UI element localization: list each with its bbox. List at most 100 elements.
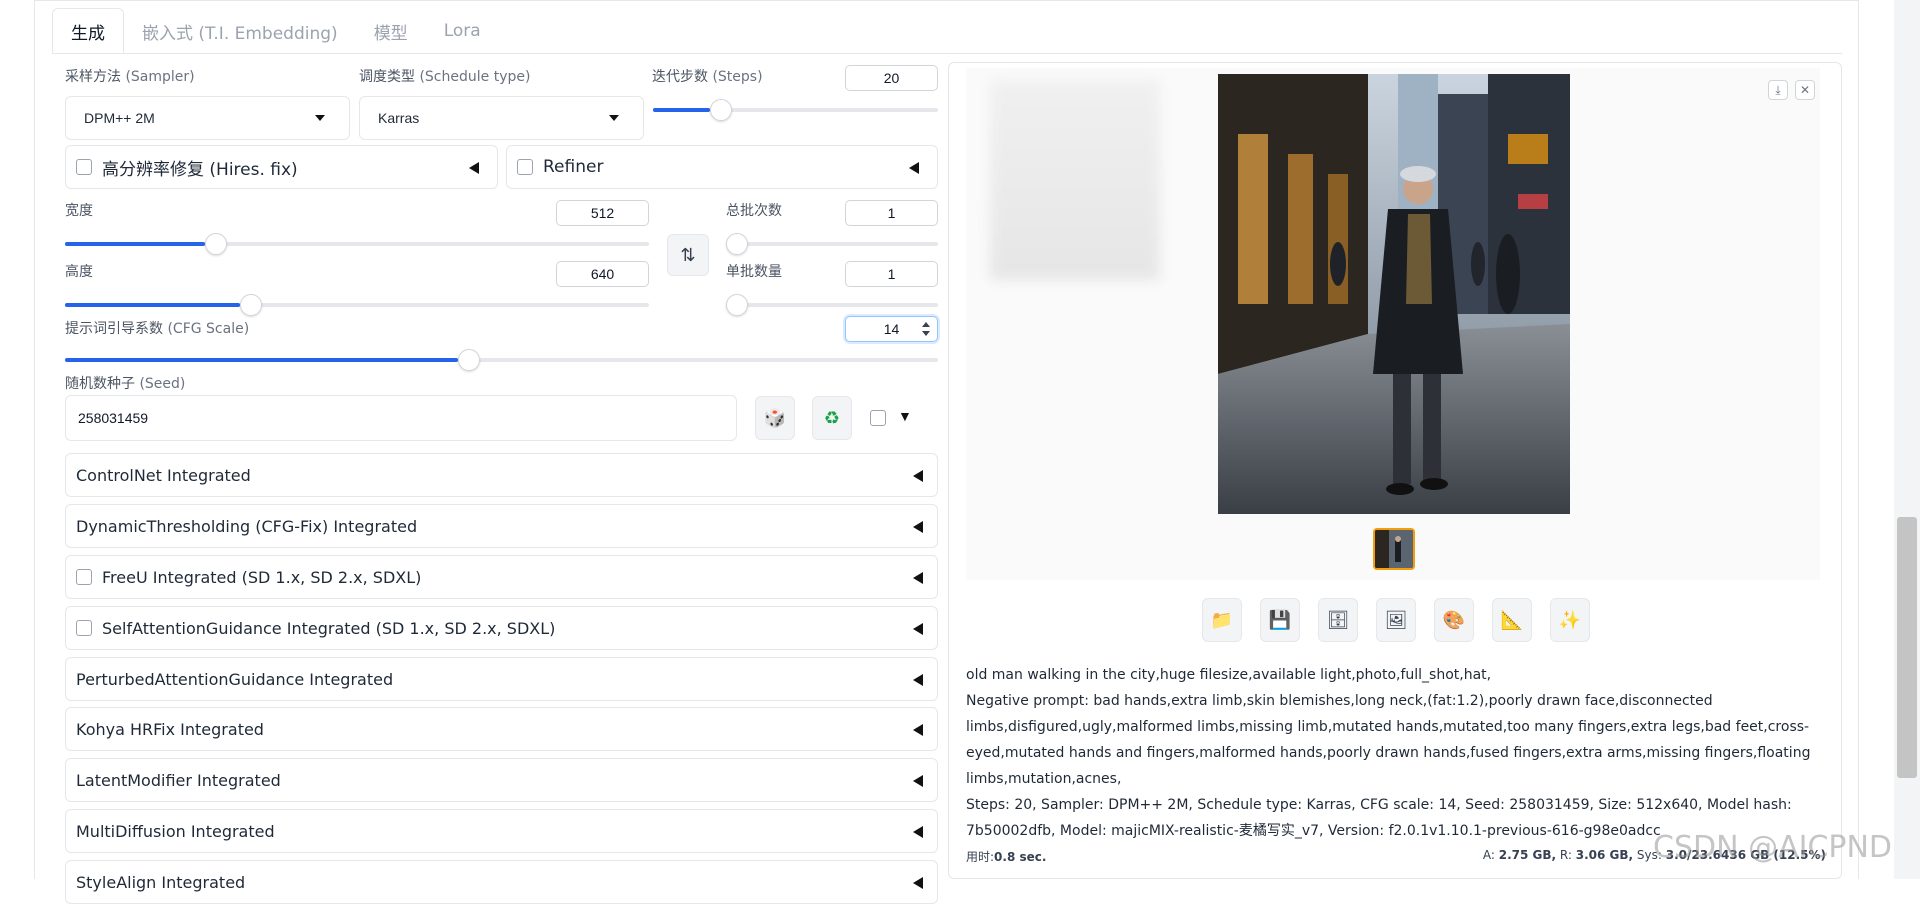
batch-count-input[interactable]: 1 [845, 200, 938, 226]
watermark: CSDN @AICPND [1653, 830, 1893, 865]
collapse-arrow-icon[interactable] [913, 724, 923, 736]
hires-fix-checkbox[interactable] [76, 159, 92, 175]
send-to-extras-button[interactable]: 📐 [1492, 598, 1532, 642]
freeu-checkbox[interactable] [76, 569, 92, 585]
collapse-arrow-icon[interactable] [913, 470, 923, 482]
selected-thumbnail[interactable] [1373, 528, 1415, 570]
collapse-arrow-icon[interactable] [469, 162, 479, 174]
open-folder-button[interactable]: 📁 [1202, 598, 1242, 642]
random-seed-button[interactable]: 🎲 [755, 396, 795, 440]
accordion-freeu[interactable]: FreeU Integrated (SD 1.x, SD 2.x, SDXL) [65, 555, 938, 599]
action-toolbar: 📁 💾 🗄 🖼 🎨 📐 ✨ [1202, 598, 1590, 642]
collapse-arrow-icon[interactable] [913, 826, 923, 838]
cfg-value: 14 [883, 321, 900, 337]
accordion-latent-modifier[interactable]: LatentModifier Integrated [65, 758, 938, 802]
collapse-arrow-icon[interactable] [913, 521, 923, 533]
collapse-arrow-icon[interactable] [913, 572, 923, 584]
spinner-arrows-icon[interactable] [921, 320, 931, 338]
tab-lora[interactable]: Lora [426, 8, 499, 54]
save-button[interactable]: 💾 [1260, 598, 1300, 642]
accordion-label: FreeU Integrated (SD 1.x, SD 2.x, SDXL) [102, 567, 422, 587]
accordion-label: StyleAlign Integrated [76, 872, 246, 892]
cfg-slider-fill [65, 358, 458, 362]
send-to-inpaint-button[interactable]: 🎨 [1434, 598, 1474, 642]
accordion-controlnet[interactable]: ControlNet Integrated [65, 453, 938, 497]
collapse-arrow-icon[interactable] [913, 623, 923, 635]
cfg-label-en: (CFG Scale) [167, 321, 250, 337]
accordion-dynamic-thresholding[interactable]: DynamicThresholding (CFG-Fix) Integrated [65, 504, 938, 548]
folder-icon: 📁 [1210, 609, 1234, 630]
batch-count-slider-track[interactable] [726, 242, 938, 246]
cfg-slider-thumb[interactable] [457, 349, 480, 371]
collapse-arrow-icon[interactable] [909, 162, 919, 174]
tab-embedding[interactable]: 嵌入式 (T.I. Embedding) [124, 8, 356, 54]
close-icon[interactable]: ✕ [1795, 80, 1815, 100]
schedule-label-en: (Schedule type) [419, 69, 531, 85]
upscale-button[interactable]: ✨ [1550, 598, 1590, 642]
a-value: 2.75 GB, [1498, 848, 1557, 862]
batch-size-input[interactable]: 1 [845, 261, 938, 287]
cfg-input[interactable]: 14 [845, 316, 938, 342]
width-input[interactable]: 512 [556, 200, 649, 226]
refiner-checkbox[interactable] [517, 159, 533, 175]
accordion-label: DynamicThresholding (CFG-Fix) Integrated [76, 516, 418, 536]
accordion-self-attention-guidance[interactable]: SelfAttentionGuidance Integrated (SD 1.x… [65, 606, 938, 650]
accordion-stylealign[interactable]: StyleAlign Integrated [65, 860, 938, 904]
height-input[interactable]: 640 [556, 261, 649, 287]
generated-image[interactable] [1218, 74, 1570, 514]
sag-checkbox[interactable] [76, 620, 92, 636]
negative-prompt-text: Negative prompt: bad hands,extra limb,sk… [966, 693, 1811, 787]
seed-label: 随机数种子 (Seed) [65, 373, 185, 393]
accordion-multidiffusion[interactable]: MultiDiffusion Integrated [65, 809, 938, 853]
steps-slider-fill [653, 108, 710, 112]
reuse-seed-button[interactable]: ♻ [812, 396, 852, 440]
tab-model[interactable]: 模型 [356, 8, 426, 54]
width-slider-thumb[interactable] [205, 233, 228, 255]
scrollbar-thumb[interactable] [1897, 517, 1917, 778]
swap-dimensions-button[interactable]: ⇅ [667, 234, 709, 276]
accordion-kohya-hrfix[interactable]: Kohya HRFix Integrated [65, 707, 938, 751]
collapse-arrow-icon[interactable] [913, 674, 923, 686]
zip-button[interactable]: 🗄 [1318, 598, 1358, 642]
seed-label-zh: 随机数种子 [65, 376, 135, 392]
steps-label-en: (Steps) [712, 69, 763, 85]
hires-fix-label: 高分辨率修复 (Hires. fix) [102, 159, 298, 180]
download-icon[interactable]: ⤓ [1768, 80, 1788, 100]
tab-divider [52, 53, 1842, 54]
image-icon: 🖼 [1384, 609, 1408, 630]
steps-slider-thumb[interactable] [710, 99, 732, 121]
seed-input[interactable]: 258031459 [65, 395, 737, 441]
send-to-img2img-button[interactable]: 🖼 [1376, 598, 1416, 642]
sampler-select[interactable]: DPM++ 2M [65, 96, 350, 140]
frame-border-left [34, 0, 35, 879]
accordion-label: Kohya HRFix Integrated [76, 719, 264, 739]
steps-label: 迭代步数 (Steps) [652, 66, 763, 86]
accordion-perturbed-attention[interactable]: PerturbedAttentionGuidance Integrated [65, 657, 938, 701]
width-slider-fill [65, 242, 206, 246]
accordion-label: LatentModifier Integrated [76, 770, 281, 790]
sparkle-icon: ✨ [1558, 609, 1582, 630]
batch-count-slider-thumb[interactable] [726, 233, 748, 255]
accordion-label: SelfAttentionGuidance Integrated (SD 1.x… [102, 618, 556, 638]
prompt-text: old man walking in the city,huge filesiz… [966, 667, 1492, 683]
hires-fix-accordion[interactable]: 高分辨率修复 (Hires. fix) [65, 145, 498, 189]
collapse-arrow-icon[interactable] [913, 775, 923, 787]
cfg-label: 提示词引导系数 (CFG Scale) [65, 318, 249, 338]
extra-seed-checkbox[interactable] [870, 410, 886, 426]
thumbnail-graphic [1375, 530, 1413, 568]
batch-size-slider-track[interactable] [726, 303, 938, 307]
schedule-label: 调度类型 (Schedule type) [359, 66, 530, 86]
extra-seed-dropdown-icon[interactable]: ▼ [898, 408, 912, 424]
batch-size-slider-thumb[interactable] [726, 294, 748, 316]
schedule-select[interactable]: Karras [359, 96, 644, 140]
time-value: 0.8 sec. [994, 850, 1047, 864]
tab-generate[interactable]: 生成 [52, 8, 124, 54]
refiner-label: Refiner [543, 157, 604, 177]
zip-icon: 🗄 [1326, 609, 1350, 630]
refiner-accordion[interactable]: Refiner [506, 145, 938, 189]
batch-count-label: 总批次数 [726, 203, 782, 219]
swap-icon: ⇅ [680, 244, 696, 265]
sampler-label: 采样方法 (Sampler) [65, 66, 195, 86]
cfg-label-zh: 提示词引导系数 [65, 321, 163, 337]
steps-input[interactable]: 20 [845, 65, 938, 91]
